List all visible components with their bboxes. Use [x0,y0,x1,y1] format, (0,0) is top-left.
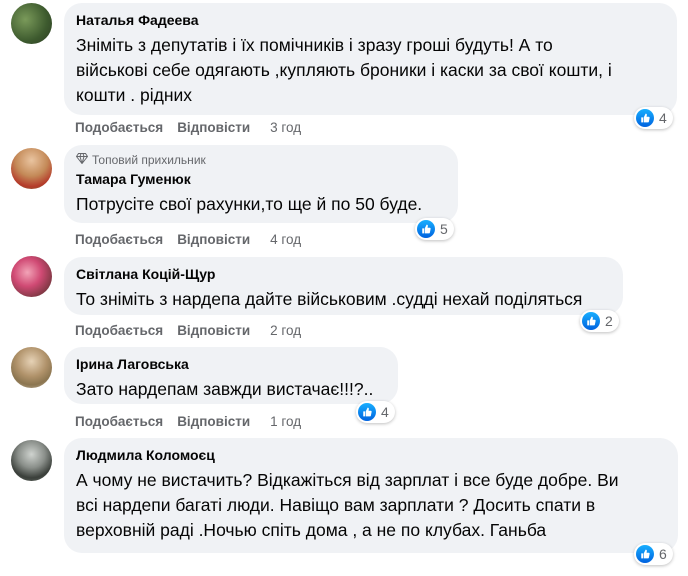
like-icon [358,403,376,421]
comment-text-line: То зніміть з нардепа дайте військовим .с… [76,289,583,309]
reaction-count[interactable]: 5 [415,218,454,240]
avatar[interactable] [11,256,52,297]
like-icon [417,220,435,238]
reply-button[interactable]: Відповісти [177,322,250,340]
reaction-count[interactable]: 4 [634,107,673,129]
comment-bubble: Наталья Фадеева Зніміть з депутатів і їх… [64,3,677,115]
reaction-count[interactable]: 4 [356,401,395,423]
like-button[interactable]: Подобається [75,413,163,431]
like-icon [636,109,654,127]
like-icon [636,545,654,563]
timestamp[interactable]: 1 год [270,413,301,431]
like-button[interactable]: Подобається [75,322,163,340]
top-fan-badge[interactable]: Топовий прихильник [75,152,446,168]
comment-author[interactable]: Ірина Лаговська [76,355,386,373]
comment-text-line: кошти . рідних [76,85,193,105]
diamond-icon [75,152,89,168]
like-button[interactable]: Подобається [75,231,163,249]
comment-actions: Подобається Відповісти 4 год [75,231,301,249]
timestamp[interactable]: 4 год [270,231,301,249]
comment-text-line: верховній раді .Ночью спіть дома , а не … [76,520,547,540]
comment-actions: Подобається Відповісти 1 год [75,413,301,431]
comment-actions: Подобається Відповісти 2 год [75,322,301,340]
comment-bubble: Людмила Коломоєц А чому не вистачить? Ві… [64,438,678,553]
reaction-number: 2 [605,313,613,329]
comment-text-line: Зніміть з депутатів і їх помічників і зр… [76,35,553,55]
reaction-count[interactable]: 6 [634,543,673,565]
comment-text-line: А чому не вистачить? Відкажіться від зар… [76,470,619,490]
reaction-number: 4 [659,110,667,126]
comment-actions: Подобається Відповісти 3 год [75,119,301,137]
avatar[interactable] [11,440,52,481]
badge-label: Топовий прихильник [92,153,206,167]
comment-bubble: Світлана Коцій-Щур То зніміть з нардепа … [64,257,623,315]
comment-bubble: Ірина Лаговська Зато нардепам завжди вис… [64,347,398,404]
comment-author[interactable]: Наталья Фадеева [76,11,665,29]
reaction-number: 5 [440,221,448,237]
reaction-number: 6 [659,546,667,562]
like-button[interactable]: Подобається [75,119,163,137]
comment-author[interactable]: Світлана Коцій-Щур [76,265,611,283]
reaction-count[interactable]: 2 [580,310,619,332]
reply-button[interactable]: Відповісти [177,119,250,137]
like-icon [582,312,600,330]
comment-author[interactable]: Тамара Гуменюк [76,170,446,188]
comment-bubble: Топовий прихильник Тамара Гуменюк Потрус… [64,145,458,223]
avatar[interactable] [11,347,52,388]
comment-text-line: військові себе одягають ,купляють броник… [76,60,612,80]
comment-text-line: всі нардепи багаті люди. Навіщо вам зарп… [76,495,596,515]
avatar[interactable] [11,148,52,189]
timestamp[interactable]: 3 год [270,119,301,137]
timestamp[interactable]: 2 год [270,322,301,340]
avatar[interactable] [11,3,52,44]
comment-author[interactable]: Людмила Коломоєц [76,446,666,464]
comment-text-line: Потрусіте свої рахунки,то ще й по 50 буд… [76,194,423,214]
comment-text-line: Зато нардепам завжди вистачає!!!?.. [76,379,374,399]
reply-button[interactable]: Відповісти [177,231,250,249]
reply-button[interactable]: Відповісти [177,413,250,431]
reaction-number: 4 [381,404,389,420]
